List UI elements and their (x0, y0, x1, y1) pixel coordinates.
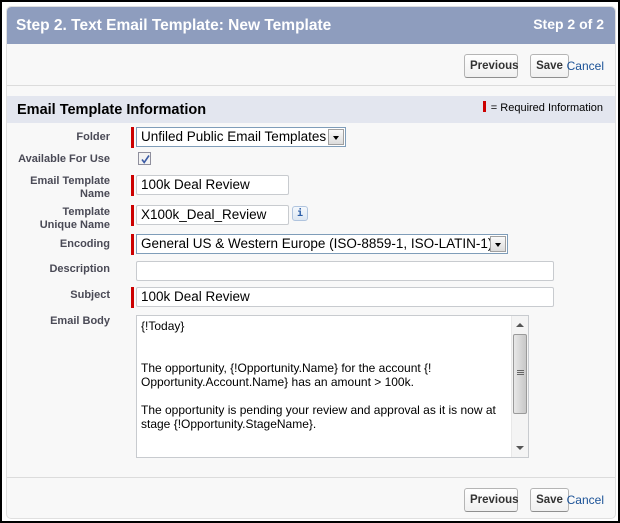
section-title: Email Template Information (17, 102, 207, 118)
required-legend: = Required Information (482, 101, 603, 114)
chevron-down-icon[interactable] (490, 236, 506, 252)
bottom-button-bar: Previous Save Cancel (415, 488, 615, 512)
page-header: Step 2. Text Email Template: New Templat… (7, 7, 615, 44)
window-frame: Step 2. Text Email Template: New Templat… (0, 0, 620, 523)
divider (7, 477, 615, 478)
checkmark-icon (141, 155, 150, 164)
cancel-link[interactable]: Cancel (567, 59, 604, 73)
email-body-line: Opportunity.Account.Name} has an amount … (141, 375, 414, 389)
required-marker (131, 287, 134, 308)
unique-name-label-line1: Template (62, 206, 110, 218)
scroll-up-icon[interactable] (516, 323, 524, 327)
info-icon[interactable]: i (292, 206, 308, 221)
email-body-label: Email Body (50, 315, 110, 327)
top-button-bar: Previous Save Cancel (415, 54, 615, 78)
template-name-label-line1: Email Template (30, 175, 110, 187)
email-body-line: stage {!Opportunity.StageName}. (141, 417, 317, 431)
description-label: Description (49, 263, 110, 275)
section-header: Email Template Information = Required In… (7, 96, 615, 123)
folder-label: Folder (76, 131, 110, 143)
previous-button[interactable]: Previous (464, 488, 519, 512)
folder-value: Unfiled Public Email Templates (141, 129, 327, 144)
template-name-label-line2: Name (80, 188, 110, 200)
email-body-line: {!Today} (141, 319, 185, 333)
encoding-select[interactable]: General US & Western Europe (ISO-8859-1,… (136, 234, 508, 254)
grip-icon (517, 370, 524, 371)
subject-label: Subject (70, 289, 110, 301)
required-marker-icon (482, 101, 486, 112)
required-marker (131, 205, 134, 226)
description-input[interactable] (136, 261, 554, 281)
unique-name-input[interactable]: X100k_Deal_Review (136, 205, 289, 225)
folder-select[interactable]: Unfiled Public Email Templates (136, 127, 346, 147)
divider (7, 85, 615, 86)
step-indicator: Step 2 of 2 (533, 16, 604, 32)
template-name-label: Email Template Name (30, 175, 110, 201)
encoding-label: Encoding (59, 238, 110, 250)
available-for-use-checkbox[interactable] (138, 152, 151, 165)
save-button[interactable]: Save (530, 488, 569, 512)
page-title: Step 2. Text Email Template: New Templat… (16, 17, 332, 34)
email-body-textarea[interactable]: {!Today} The opportunity, {!Opportunity.… (136, 315, 529, 458)
email-body-content: {!Today} The opportunity, {!Opportunity.… (141, 319, 511, 431)
scrollbar-thumb[interactable] (513, 334, 527, 414)
save-button[interactable]: Save (530, 54, 569, 78)
wizard-panel: Step 2. Text Email Template: New Templat… (6, 6, 616, 519)
email-body-scrollbar[interactable] (511, 316, 528, 457)
unique-name-label-line2: Unique Name (39, 219, 110, 231)
previous-button[interactable]: Previous (464, 54, 519, 78)
available-for-use-label: Available For Use (18, 153, 110, 165)
chevron-down-icon[interactable] (328, 129, 344, 145)
template-name-input[interactable]: 100k Deal Review (136, 175, 289, 195)
unique-name-label: Template Unique Name (40, 206, 110, 232)
email-body-line: The opportunity, {!Opportunity.Name} for… (141, 361, 432, 375)
encoding-value: General US & Western Europe (ISO-8859-1,… (141, 236, 493, 251)
required-legend-text: = Required Information (490, 102, 603, 114)
required-marker (131, 234, 134, 255)
subject-input[interactable]: 100k Deal Review (136, 287, 554, 307)
cancel-link[interactable]: Cancel (567, 493, 604, 507)
required-marker (131, 127, 134, 148)
scroll-down-icon[interactable] (516, 446, 524, 450)
email-body-line: The opportunity is pending your review a… (141, 403, 496, 417)
required-marker (131, 175, 134, 196)
